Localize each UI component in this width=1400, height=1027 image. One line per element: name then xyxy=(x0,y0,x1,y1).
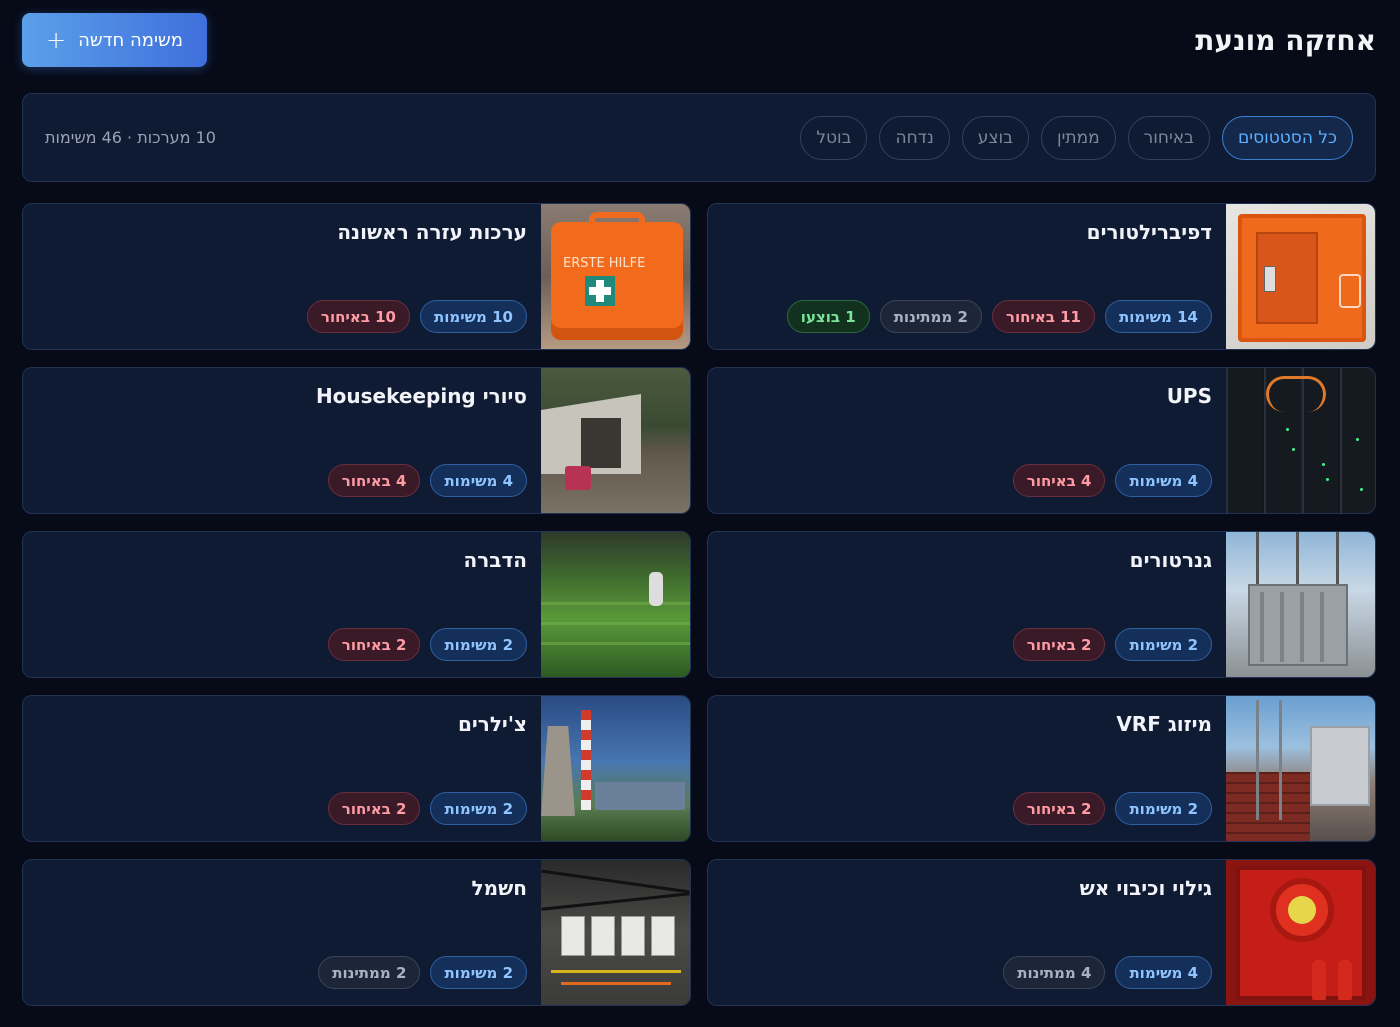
status-filter-chips: כל הסטטוסים באיחור ממתין בוצע נדחה בוטל xyxy=(800,115,1353,160)
tasks-badge: 2 משימות xyxy=(1115,792,1212,825)
systems-grid: דפיברילטורים 14 משימות 11 באיחור 2 ממתינ… xyxy=(22,203,1376,1006)
system-card-first-aid-kits[interactable]: ERSTE HILFE ערכות עזרה ראשונה 10 משימות … xyxy=(22,203,691,350)
system-card-fire-suppression[interactable]: גילוי וכיבוי אש 4 משימות 4 ממתינות xyxy=(707,859,1376,1006)
tasks-badge: 4 משימות xyxy=(1115,956,1212,989)
system-card-housekeeping[interactable]: סיורי Housekeeping 4 משימות 4 באיחור xyxy=(22,367,691,514)
system-card-vrf[interactable]: מיזוג VRF 2 משימות 2 באיחור xyxy=(707,695,1376,842)
system-card-generators[interactable]: גנרטורים 2 משימות 2 באיחור xyxy=(707,531,1376,678)
filter-chip-done[interactable]: בוצע xyxy=(961,115,1029,160)
tasks-badge: 2 משימות xyxy=(430,628,527,661)
system-title: חשמל xyxy=(471,876,527,900)
system-title: ערכות עזרה ראשונה xyxy=(337,220,527,244)
overdue-badge: 2 באיחור xyxy=(327,628,421,661)
done-badge: 1 בוצעו xyxy=(786,300,870,333)
tasks-badge: 2 משימות xyxy=(430,956,527,989)
pending-badge: 4 ממתינות xyxy=(1003,956,1106,989)
system-title: הדברה xyxy=(463,548,527,572)
new-task-button[interactable]: משימה חדשה + xyxy=(22,13,207,67)
overdue-badge: 2 באיחור xyxy=(327,792,421,825)
system-card-defibrillators[interactable]: דפיברילטורים 14 משימות 11 באיחור 2 ממתינ… xyxy=(707,203,1376,350)
page-header: אחזקה מונעת משימה חדשה + xyxy=(22,12,1376,68)
pending-badge: 2 ממתינות xyxy=(318,956,421,989)
filter-bar: כל הסטטוסים באיחור ממתין בוצע נדחה בוטל … xyxy=(22,93,1376,182)
generator-image xyxy=(1226,532,1375,677)
overdue-badge: 10 באיחור xyxy=(306,300,410,333)
overdue-badge: 11 באיחור xyxy=(991,300,1095,333)
housekeeping-image xyxy=(541,368,690,513)
system-card-electrical[interactable]: חשמל 2 משימות 2 ממתינות xyxy=(22,859,691,1006)
fire-suppression-image xyxy=(1226,860,1375,1005)
electrical-image xyxy=(541,860,690,1005)
page-title: אחזקה מונעת xyxy=(1195,23,1376,57)
plus-icon: + xyxy=(46,26,67,54)
system-title: דפיברילטורים xyxy=(1086,220,1212,244)
kit-label: ERSTE HILFE xyxy=(563,256,646,271)
chiller-image xyxy=(541,696,690,841)
system-title: גילוי וכיבוי אש xyxy=(1079,876,1212,900)
filter-chip-overdue[interactable]: באיחור xyxy=(1127,115,1210,160)
tasks-badge: 14 משימות xyxy=(1105,300,1212,333)
overdue-badge: 2 באיחור xyxy=(1012,628,1106,661)
tasks-badge: 2 משימות xyxy=(430,792,527,825)
tasks-badge: 2 משימות xyxy=(1115,628,1212,661)
filter-chip-postponed[interactable]: נדחה xyxy=(879,115,950,160)
system-card-pest-control[interactable]: הדברה 2 משימות 2 באיחור xyxy=(22,531,691,678)
defibrillator-image xyxy=(1226,204,1375,349)
filter-chip-all[interactable]: כל הסטטוסים xyxy=(1222,115,1353,160)
system-title: סיורי Housekeeping xyxy=(315,384,527,408)
filter-chip-pending[interactable]: ממתין xyxy=(1040,115,1116,160)
overdue-badge: 4 באיחור xyxy=(1012,464,1106,497)
first-aid-kit-image: ERSTE HILFE xyxy=(541,204,690,349)
system-card-chillers[interactable]: צ'ילרים 2 משימות 2 באיחור xyxy=(22,695,691,842)
system-title: צ'ילרים xyxy=(457,712,527,736)
overdue-badge: 2 באיחור xyxy=(1012,792,1106,825)
filter-chip-cancelled[interactable]: בוטל xyxy=(800,115,868,160)
vrf-image xyxy=(1226,696,1375,841)
systems-summary: 10 מערכות · 46 משימות xyxy=(45,128,216,147)
tasks-badge: 4 משימות xyxy=(1115,464,1212,497)
pending-badge: 2 ממתינות xyxy=(879,300,982,333)
pest-control-image xyxy=(541,532,690,677)
new-task-label: משימה חדשה xyxy=(78,29,183,51)
overdue-badge: 4 באיחור xyxy=(327,464,421,497)
system-card-ups[interactable]: UPS 4 משימות 4 באיחור xyxy=(707,367,1376,514)
system-title: גנרטורים xyxy=(1129,548,1212,572)
system-title: מיזוג VRF xyxy=(1116,712,1212,736)
tasks-badge: 10 משימות xyxy=(420,300,527,333)
tasks-badge: 4 משימות xyxy=(430,464,527,497)
system-title: UPS xyxy=(1166,384,1212,408)
ups-image xyxy=(1226,368,1375,513)
